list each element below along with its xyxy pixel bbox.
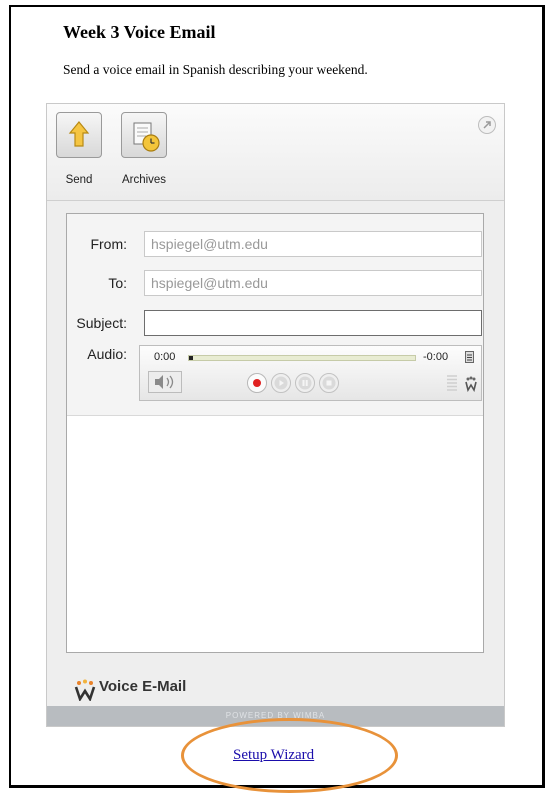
progress-handle[interactable]: [189, 356, 193, 360]
to-field[interactable]: [144, 270, 482, 296]
brand-label: Voice E-Mail: [99, 678, 187, 695]
subject-field[interactable]: [144, 310, 482, 336]
send-label[interactable]: Send: [57, 174, 101, 186]
page-subtitle: Send a voice email in Spanish describing…: [63, 62, 368, 77]
send-button[interactable]: [56, 112, 102, 158]
menu-icon[interactable]: [465, 350, 474, 363]
archives-clock-icon: [133, 122, 160, 152]
voice-email-widget: Send Archives From: To:: [46, 103, 505, 727]
stop-icon: [322, 376, 336, 390]
header-fields: From: To: Subject: Audio: 0:00 -0:00: [67, 214, 483, 416]
subject-label: Subject:: [76, 315, 127, 331]
archives-button[interactable]: [121, 112, 167, 158]
play-icon: [274, 376, 288, 390]
play-button[interactable]: [271, 373, 291, 393]
compose-panel: From: To: Subject: Audio: 0:00 -0:00: [66, 213, 484, 653]
level-meter: [446, 374, 458, 392]
audio-label: Audio:: [87, 346, 127, 362]
setup-wizard-link[interactable]: Setup Wizard: [233, 747, 314, 764]
record-button[interactable]: [247, 373, 267, 393]
expand-button[interactable]: [478, 116, 496, 134]
progress-track[interactable]: [188, 355, 416, 361]
elapsed-time: 0:00: [154, 351, 176, 363]
volume-button[interactable]: [148, 371, 182, 393]
toolbar: Send Archives: [47, 104, 504, 201]
pause-icon: [298, 376, 312, 390]
pause-button[interactable]: [295, 373, 315, 393]
from-field[interactable]: [144, 231, 482, 257]
expand-icon: [483, 121, 491, 129]
from-label: From:: [90, 236, 127, 252]
record-icon: [253, 379, 261, 387]
volume-icon: [155, 375, 174, 389]
page-title: Week 3 Voice Email: [63, 22, 216, 42]
archives-label[interactable]: Archives: [113, 174, 175, 186]
wimba-logo-icon: [74, 679, 96, 703]
send-arrow-icon: [68, 121, 90, 147]
stop-button[interactable]: [319, 373, 339, 393]
wimba-small-icon: [465, 376, 477, 393]
to-label: To:: [108, 275, 127, 291]
audio-player: 0:00 -0:00: [139, 345, 482, 401]
remaining-time: -0:00: [423, 351, 449, 363]
